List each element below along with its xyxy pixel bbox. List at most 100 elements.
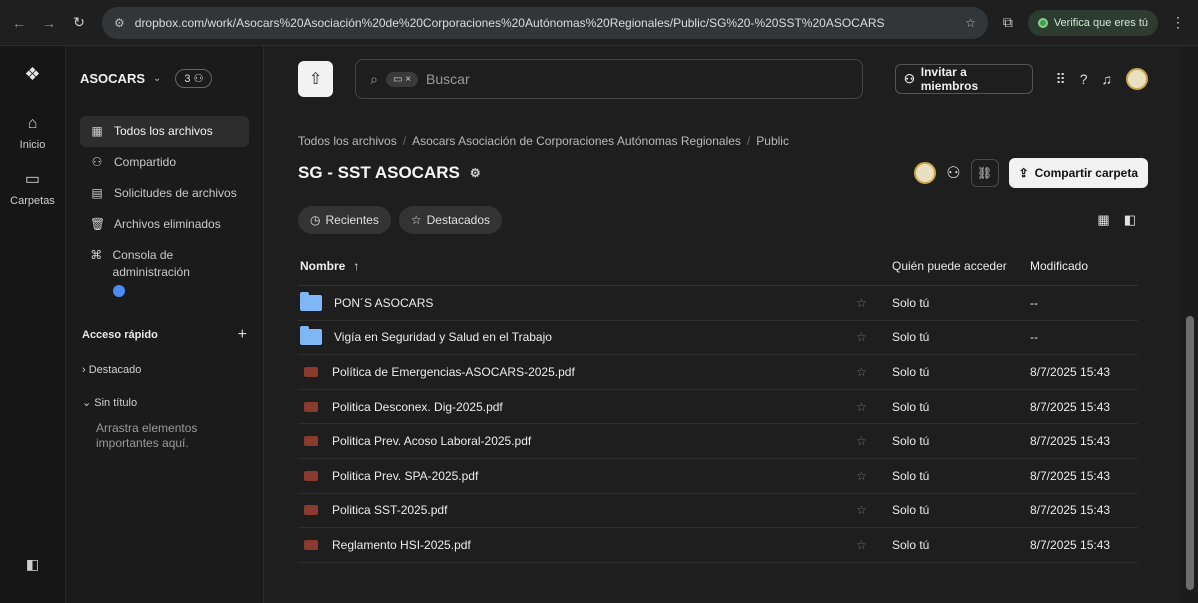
file-name[interactable]: Politica Prev. Acoso Laboral-2025.pdf — [332, 434, 531, 448]
breadcrumb-separator: / — [402, 134, 407, 148]
column-modified[interactable]: Modificado — [1030, 259, 1138, 273]
main-content: ⇧ ⌕ ▭ × Buscar ⚇ Invitar a miembros ⠿ ? … — [264, 46, 1182, 603]
invite-icon: ⚇ — [904, 72, 915, 86]
pdf-file-icon — [304, 436, 318, 447]
sidebar-item-all-files[interactable]: ▦ Todos los archivos — [80, 116, 249, 147]
folder-icon: ▭ — [392, 73, 403, 85]
panel-view-icon[interactable]: ◧ — [1124, 212, 1136, 228]
table-row[interactable]: Politica Prev. Acoso Laboral-2025.pdf ☆ So… — [298, 424, 1138, 459]
invite-label: Invitar a miembros — [920, 65, 979, 93]
dropbox-logo-icon[interactable]: ❖ — [24, 64, 40, 85]
modified-cell: 8/7/2025 15:43 — [1030, 537, 1111, 552]
folder-outline-icon: ▭ — [24, 171, 41, 188]
add-icon[interactable]: + — [238, 326, 247, 344]
access-cell: Solo tú — [892, 364, 930, 379]
starred-filter-button[interactable]: ☆ Destacados — [398, 206, 502, 234]
sidebar-item-admin-console[interactable]: ⌘ Consola de administración — [80, 240, 249, 304]
browser-menu-icon[interactable]: ⋮ — [1166, 11, 1190, 35]
star-icon[interactable]: ☆ — [856, 469, 892, 483]
reload-icon[interactable]: ↻ — [68, 12, 90, 34]
breadcrumb-item[interactable]: Todos los archivos — [298, 134, 397, 148]
title-actions: ⚇ ⛓ ⇪ Compartir carpeta — [914, 158, 1148, 188]
drag-hint: Arrastra elementos importantes aquí. — [96, 421, 198, 450]
back-icon[interactable]: ← — [8, 12, 30, 34]
column-name[interactable]: Nombre ↑ — [298, 259, 856, 273]
verify-label: Verifica que eres tú — [1053, 16, 1148, 29]
settings-icon[interactable]: ⚙ — [470, 166, 481, 180]
grid-view-icon[interactable]: ▦ — [1097, 212, 1109, 228]
star-icon[interactable]: ☆ — [856, 503, 892, 517]
url-text[interactable]: dropbox.com/work/Asocars%20Asociación%20… — [135, 16, 955, 30]
table-row[interactable]: Vigía en Seguridad y Salud en el Trabajo… — [298, 321, 1138, 356]
quick-item-starred[interactable]: › Destacado — [80, 364, 249, 376]
verify-icon — [1037, 17, 1048, 28]
browser-toolbar: ← → ↻ ⚙ dropbox.com/work/Asocars%20Asoci… — [0, 0, 1198, 46]
address-bar[interactable]: ⚙ dropbox.com/work/Asocars%20Asociación%… — [102, 6, 988, 39]
sidebar-item-label: Todos los archivos — [114, 124, 213, 138]
all-files-icon: ▦ — [91, 124, 103, 138]
table-row[interactable]: Política de Emergencias-ASOCARS-2025.pdf… — [298, 355, 1138, 390]
sidebar-item-label: Solicitudes de archivos — [114, 186, 237, 200]
upload-button[interactable]: ⇧ — [298, 61, 334, 97]
star-icon[interactable]: ☆ — [856, 434, 892, 448]
table-row[interactable]: Politica Desconex. Dig-2025.pdf ☆ Solo tú 8… — [298, 390, 1138, 425]
close-icon: × — [405, 73, 412, 85]
sidebar-item-label: Consola de administración — [112, 248, 190, 279]
sidebar-item-label: Archivos eliminados — [114, 217, 221, 231]
file-name[interactable]: Política de Emergencias-ASOCARS-2025.pdf — [332, 365, 575, 379]
star-icon[interactable]: ☆ — [856, 400, 892, 414]
rail-item-home[interactable]: ⌂ Inicio — [20, 115, 46, 151]
scrollbar-thumb[interactable] — [1186, 316, 1194, 590]
table-row[interactable]: Politica SST-2025.pdf ☆ Solo tú 8/7/2025 15… — [298, 494, 1138, 529]
access-cell: Solo tú — [892, 468, 930, 483]
rail-label-folders: Carpetas — [10, 195, 55, 207]
file-name[interactable]: Politica Prev. SPA-2025.pdf — [332, 469, 478, 483]
member-avatar[interactable] — [914, 162, 937, 184]
star-icon[interactable]: ☆ — [856, 296, 892, 310]
bell-icon[interactable]: ♫ — [1102, 71, 1113, 87]
file-name[interactable]: Politica SST-2025.pdf — [332, 503, 447, 517]
column-who[interactable]: Quién puede acceder — [892, 259, 1030, 273]
site-settings-icon[interactable]: ⚙ — [114, 16, 125, 30]
file-name[interactable]: Reglamento HSI-2025.pdf — [332, 538, 471, 552]
panel-toggle-icon[interactable]: ◧ — [26, 556, 39, 573]
rail-item-folders[interactable]: ▭ Carpetas — [10, 169, 55, 207]
shared-members-icon[interactable]: ⚇ — [946, 163, 960, 183]
file-name[interactable]: Vigía en Seguridad y Salud en el Trabajo — [334, 330, 552, 344]
table-row[interactable]: Reglamento HSI-2025.pdf ☆ Solo tú 8/7/2025 … — [298, 528, 1138, 563]
top-icons: ⠿ ? ♫ — [1055, 68, 1148, 90]
bookmark-star-icon[interactable]: ☆ — [965, 16, 976, 30]
member-count-badge[interactable]: 3 ⚇ — [175, 68, 213, 88]
breadcrumb-item[interactable]: Public — [756, 134, 789, 148]
table-row[interactable]: PON´S ASOCARS ☆ Solo tú -- — [298, 286, 1138, 321]
folder-icon — [300, 326, 322, 346]
recent-filter-button[interactable]: ◷ Recientes — [298, 206, 391, 234]
quick-item-untitled[interactable]: ⌄ Sin título — [80, 396, 249, 409]
search-input[interactable]: ⌕ ▭ × Buscar — [355, 59, 863, 99]
star-icon[interactable]: ☆ — [856, 330, 892, 344]
avatar[interactable] — [1126, 68, 1148, 90]
help-icon[interactable]: ? — [1080, 71, 1088, 87]
share-folder-button[interactable]: ⇪ Compartir carpeta — [1008, 158, 1148, 188]
apps-grid-icon[interactable]: ⠿ — [1055, 71, 1065, 88]
star-icon[interactable]: ☆ — [856, 538, 892, 552]
sidebar-item-deleted-files[interactable]: 🗑 Archivos eliminados — [80, 209, 249, 240]
table-row[interactable]: Politica Prev. SPA-2025.pdf ☆ Solo tú 8/7/2… — [298, 459, 1138, 494]
breadcrumb-item[interactable]: Asocars Asociación de Corporaciones Autó… — [412, 134, 741, 148]
scrollbar[interactable] — [1182, 46, 1198, 603]
link-icon: ⛓ — [976, 166, 993, 180]
file-name[interactable]: Politica Desconex. Dig-2025.pdf — [332, 400, 503, 414]
extensions-icon[interactable]: ⧉ — [996, 11, 1020, 35]
trash-icon: 🗑 — [90, 217, 106, 231]
sidebar-item-file-requests[interactable]: ▤ Solicitudes de archivos — [80, 178, 249, 209]
shared-icon: ⚇ — [91, 155, 103, 169]
file-name[interactable]: PON´S ASOCARS — [334, 296, 433, 310]
forward-icon[interactable]: → — [38, 12, 60, 34]
invite-members-button[interactable]: ⚇ Invitar a miembros — [895, 64, 1034, 94]
star-icon[interactable]: ☆ — [856, 365, 892, 379]
team-switcher[interactable]: ASOCARS ⌄ 3 ⚇ — [80, 64, 249, 92]
copy-link-button[interactable]: ⛓ — [970, 159, 999, 187]
verify-pill[interactable]: Verifica que eres tú — [1027, 9, 1158, 36]
folder-filter-chip[interactable]: ▭ × — [385, 71, 419, 87]
sidebar-item-shared[interactable]: ⚇ Compartido — [80, 147, 249, 178]
